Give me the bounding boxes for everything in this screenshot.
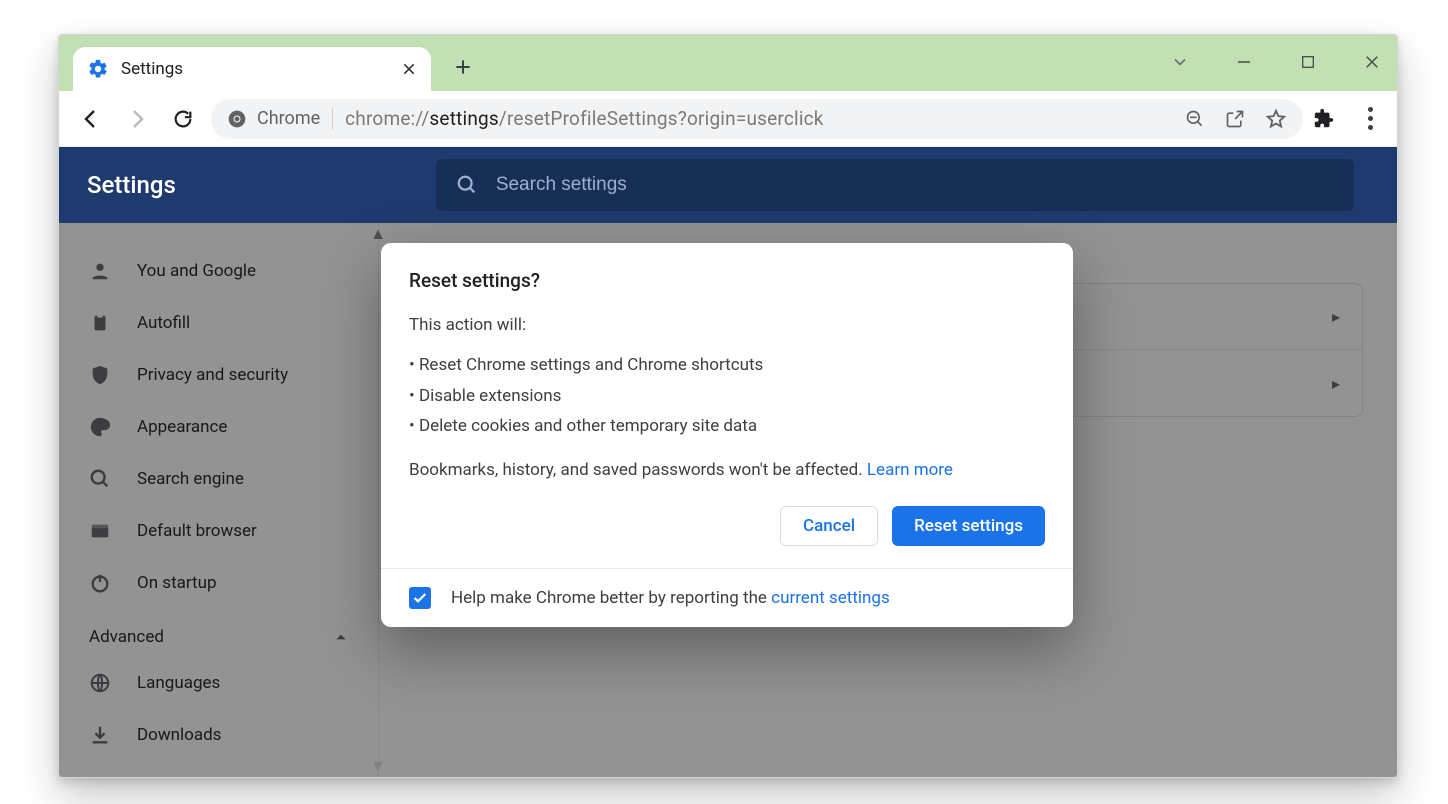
dialog-note: Bookmarks, history, and saved passwords … [409,457,1045,483]
minimize-icon[interactable] [1229,47,1259,77]
settings-header: Settings [59,147,1397,223]
url-path: /resetProfileSettings?origin=userclick [499,107,824,130]
tab-settings[interactable]: Settings [73,47,431,91]
scroll-down-icon[interactable]: ▼ [369,757,387,775]
search-settings[interactable] [436,159,1354,211]
omnibox-url: chrome://settings/resetProfileSettings?o… [345,107,823,130]
search-input[interactable] [496,174,1334,196]
tab-strip: Settings [59,35,1397,91]
divider [332,108,333,130]
footer-text-part: Help make Chrome better by reporting the [451,588,771,608]
maximize-icon[interactable] [1293,47,1323,77]
extensions-icon[interactable] [1313,108,1335,130]
url-scheme: chrome:// [345,107,429,130]
omnibox[interactable]: Chrome chrome://settings/resetProfileSet… [211,99,1303,139]
reset-settings-button[interactable]: Reset settings [892,506,1045,546]
kebab-menu-icon[interactable] [1357,107,1383,130]
settings-title: Settings [87,171,176,199]
share-icon[interactable] [1225,109,1245,129]
forward-button[interactable] [119,101,155,137]
star-icon[interactable] [1265,108,1287,130]
gear-icon [87,58,109,80]
browser-window: Settings [58,34,1398,778]
close-tab-icon[interactable] [401,61,417,77]
dialog-bullet: • Disable extensions [409,383,1045,409]
learn-more-link[interactable]: Learn more [867,460,953,480]
close-window-icon[interactable] [1357,47,1387,77]
search-icon [456,174,478,196]
dialog-bullet: • Reset Chrome settings and Chrome short… [409,352,1045,378]
omnibox-chip-label: Chrome [257,108,320,129]
window-controls [1165,47,1387,77]
reload-button[interactable] [165,101,201,137]
back-button[interactable] [73,101,109,137]
chevron-down-icon[interactable] [1165,47,1195,77]
current-settings-link[interactable]: current settings [771,588,890,608]
chrome-logo-icon [227,109,247,129]
zoom-icon[interactable] [1185,109,1205,129]
dialog-bullet: • Delete cookies and other temporary sit… [409,413,1045,439]
reset-settings-dialog: Reset settings? This action will: • Rese… [381,243,1073,627]
dialog-note-text: Bookmarks, history, and saved passwords … [409,460,867,480]
settings-body: ▲ You and Google Autofill Privacy and se… [59,223,1397,777]
dialog-intro: This action will: [409,312,1045,338]
new-tab-button[interactable] [443,47,483,87]
cancel-button[interactable]: Cancel [780,506,878,546]
url-host: settings [429,107,499,130]
report-checkbox[interactable] [409,587,431,609]
toolbar: Chrome chrome://settings/resetProfileSet… [59,91,1397,147]
dialog-title: Reset settings? [409,269,1045,292]
footer-text: Help make Chrome better by reporting the… [451,588,890,608]
tab-title: Settings [121,59,389,79]
